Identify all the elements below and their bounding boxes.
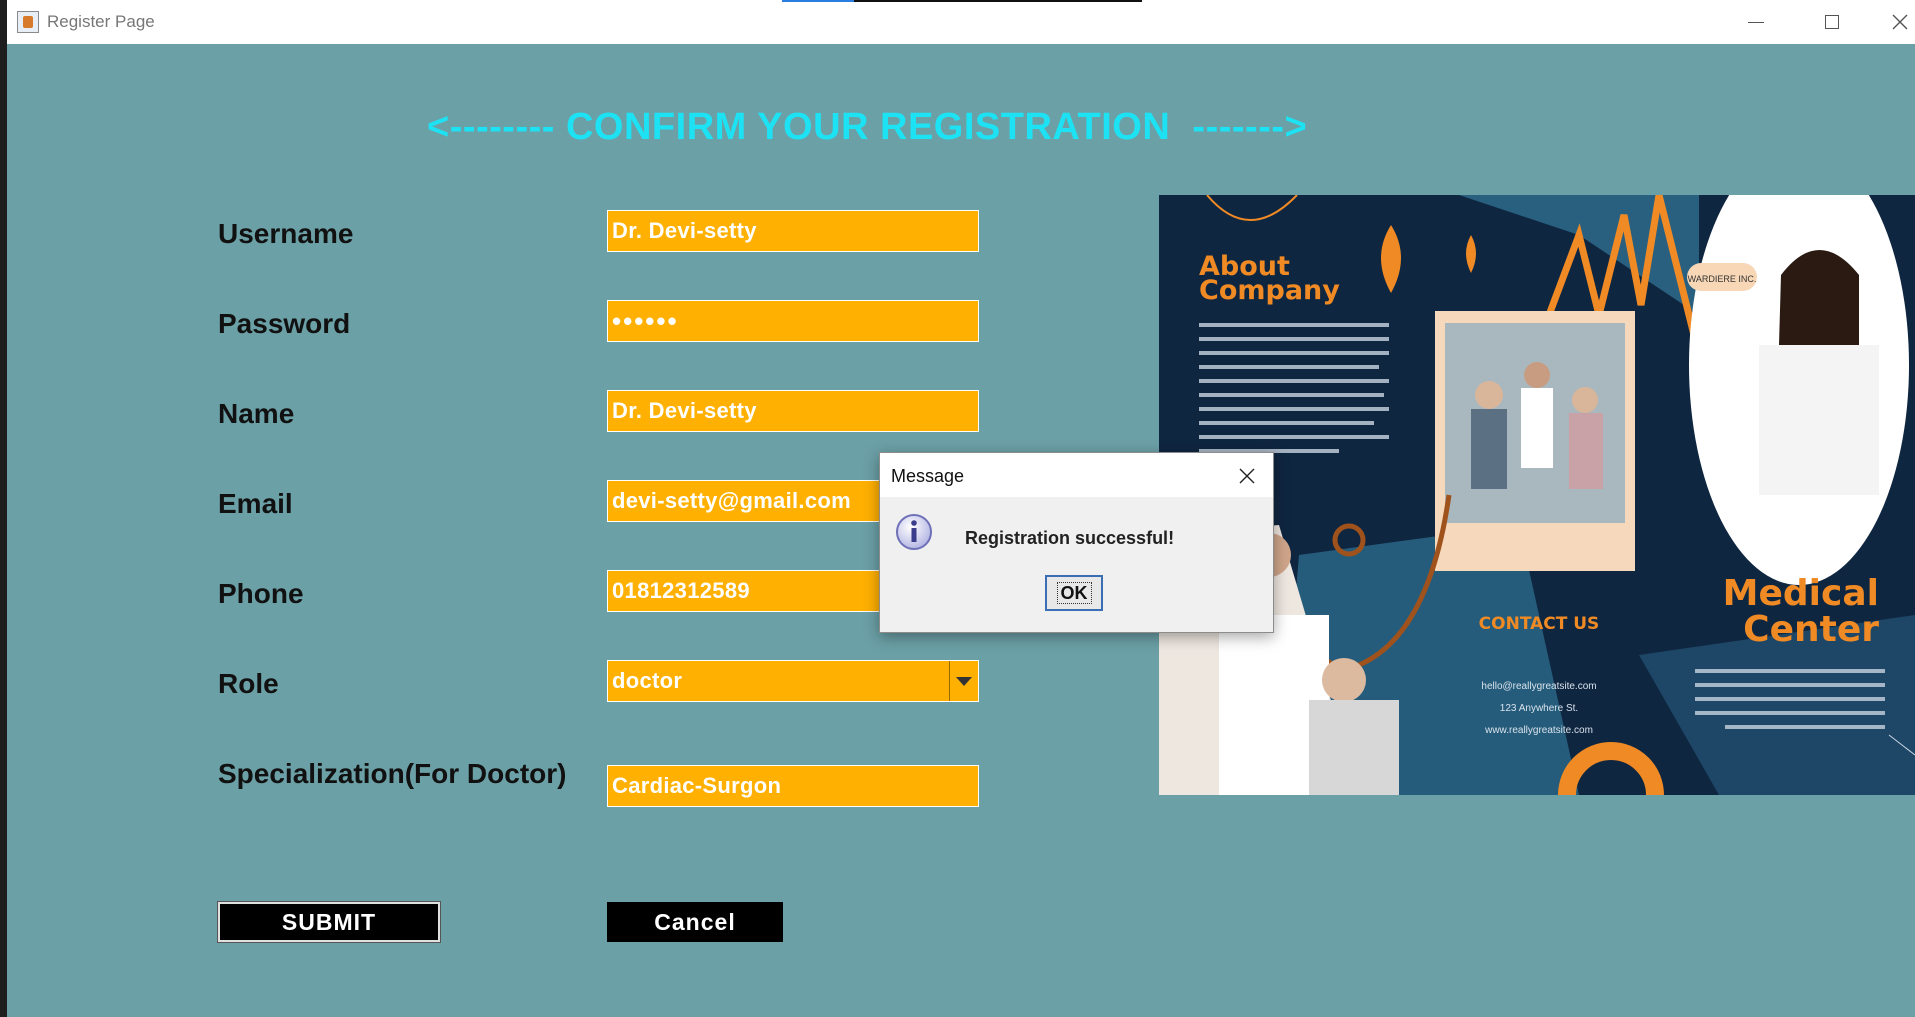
center-title-line2: Center — [1743, 609, 1879, 650]
title-bar: Register Page — [7, 0, 1915, 44]
dialog-title-bar: Message — [880, 453, 1273, 497]
dialog-message: Registration successful! — [965, 528, 1175, 548]
register-window: Register Page <-------- CONFIRM YOUR REG… — [7, 0, 1915, 1017]
close-icon — [1239, 468, 1255, 484]
username-label: Username — [218, 218, 354, 249]
maximize-icon — [1825, 15, 1839, 29]
name-field[interactable]: Dr. Devi-setty — [607, 390, 979, 432]
ok-button[interactable]: OK — [1045, 575, 1103, 611]
ok-button-label: OK — [1056, 582, 1092, 604]
badge-text: WARDIERE INC. — [1688, 274, 1757, 284]
close-button[interactable] — [1870, 6, 1915, 38]
password-label: Password — [218, 308, 351, 339]
role-select-value: doctor — [612, 668, 683, 693]
java-app-icon — [17, 11, 39, 33]
contact-line-1: hello@reallygreatsite.com — [1481, 681, 1596, 692]
minimize-icon — [1748, 21, 1764, 23]
role-select[interactable]: doctor — [607, 660, 979, 702]
password-field[interactable]: •••••• — [607, 300, 979, 342]
name-label: Name — [218, 398, 295, 429]
minimize-button[interactable] — [1726, 6, 1786, 38]
role-label: Role — [218, 668, 279, 699]
username-field[interactable]: Dr. Devi-setty — [607, 210, 979, 252]
specialization-label: Specialization(For Doctor) — [218, 758, 567, 789]
contact-line-2: 123 Anywhere St. — [1500, 703, 1578, 714]
taskbar-accent — [782, 0, 1142, 2]
page-heading: <-------- CONFIRM YOUR REGISTRATION ----… — [427, 106, 1308, 148]
dialog-title: Message — [891, 466, 965, 486]
close-icon — [1892, 14, 1908, 30]
cancel-button[interactable]: Cancel — [607, 902, 783, 942]
dropdown-arrow-icon[interactable] — [949, 661, 978, 701]
specialization-field[interactable]: Cardiac-Surgon — [607, 765, 979, 807]
maximize-button[interactable] — [1802, 6, 1862, 38]
info-icon — [896, 514, 932, 550]
submit-button[interactable]: SUBMIT — [217, 901, 441, 943]
center-title-line1: Medical — [1723, 573, 1879, 614]
email-label: Email — [218, 488, 293, 519]
dialog-close-button[interactable] — [1232, 462, 1262, 490]
about-title-line2: Company — [1199, 275, 1340, 306]
message-dialog: Message Registration successful! OK — [879, 452, 1274, 633]
contact-title: CONTACT US — [1479, 614, 1600, 634]
contact-line-3: www.reallygreatsite.com — [1484, 725, 1593, 736]
phone-label: Phone — [218, 578, 304, 609]
window-title: Register Page — [47, 12, 155, 31]
